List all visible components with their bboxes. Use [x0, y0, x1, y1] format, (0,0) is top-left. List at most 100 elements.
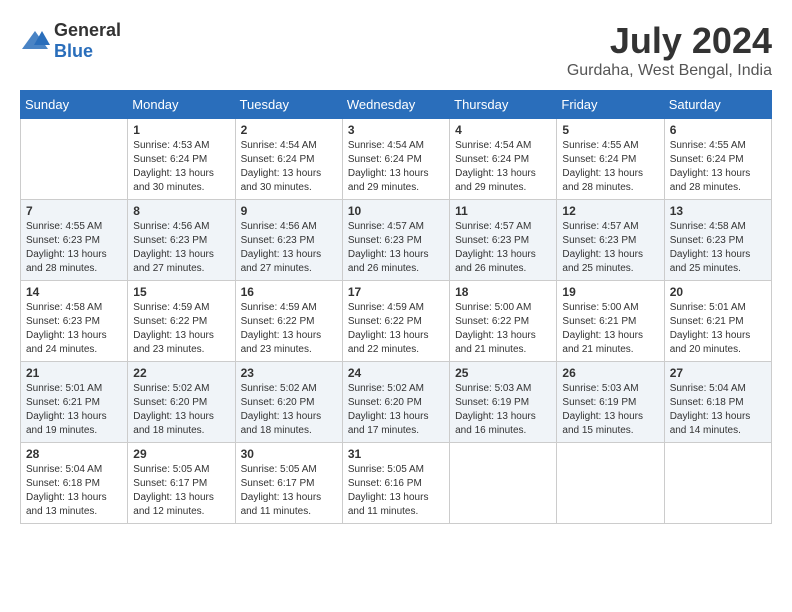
day-number: 28 — [26, 447, 122, 461]
day-number: 1 — [133, 123, 229, 137]
page-header: General Blue July 2024 Gurdaha, West Ben… — [20, 20, 772, 80]
day-info: Sunrise: 4:57 AM Sunset: 6:23 PM Dayligh… — [562, 220, 658, 276]
day-info: Sunrise: 4:53 AM Sunset: 6:24 PM Dayligh… — [133, 139, 229, 195]
day-info: Sunrise: 4:55 AM Sunset: 6:23 PM Dayligh… — [26, 220, 122, 276]
day-info: Sunrise: 4:55 AM Sunset: 6:24 PM Dayligh… — [670, 139, 766, 195]
day-cell: 1 Sunrise: 4:53 AM Sunset: 6:24 PM Daylig… — [128, 119, 235, 200]
day-info: Sunrise: 4:54 AM Sunset: 6:24 PM Dayligh… — [241, 139, 337, 195]
day-cell: 4 Sunrise: 4:54 AM Sunset: 6:24 PM Daylig… — [450, 119, 557, 200]
day-info: Sunrise: 4:58 AM Sunset: 6:23 PM Dayligh… — [26, 301, 122, 357]
day-cell: 14 Sunrise: 4:58 AM Sunset: 6:23 PM Dayli… — [21, 281, 128, 362]
day-number: 20 — [670, 285, 766, 299]
day-cell: 21 Sunrise: 5:01 AM Sunset: 6:21 PM Dayli… — [21, 362, 128, 443]
day-info: Sunrise: 5:02 AM Sunset: 6:20 PM Dayligh… — [133, 382, 229, 438]
week-row-5: 28 Sunrise: 5:04 AM Sunset: 6:18 PM Dayli… — [21, 443, 772, 524]
day-info: Sunrise: 4:59 AM Sunset: 6:22 PM Dayligh… — [241, 301, 337, 357]
day-info: Sunrise: 5:05 AM Sunset: 6:17 PM Dayligh… — [133, 463, 229, 519]
day-info: Sunrise: 5:05 AM Sunset: 6:16 PM Dayligh… — [348, 463, 444, 519]
weekday-header-row: SundayMondayTuesdayWednesdayThursdayFrid… — [21, 91, 772, 119]
day-number: 11 — [455, 204, 551, 218]
day-info: Sunrise: 4:57 AM Sunset: 6:23 PM Dayligh… — [455, 220, 551, 276]
week-row-2: 7 Sunrise: 4:55 AM Sunset: 6:23 PM Daylig… — [21, 200, 772, 281]
day-info: Sunrise: 5:03 AM Sunset: 6:19 PM Dayligh… — [562, 382, 658, 438]
day-number: 18 — [455, 285, 551, 299]
day-info: Sunrise: 5:04 AM Sunset: 6:18 PM Dayligh… — [670, 382, 766, 438]
logo: General Blue — [20, 20, 121, 62]
day-info: Sunrise: 5:03 AM Sunset: 6:19 PM Dayligh… — [455, 382, 551, 438]
day-cell: 26 Sunrise: 5:03 AM Sunset: 6:19 PM Dayli… — [557, 362, 664, 443]
day-cell: 5 Sunrise: 4:55 AM Sunset: 6:24 PM Daylig… — [557, 119, 664, 200]
day-number: 3 — [348, 123, 444, 137]
day-number: 10 — [348, 204, 444, 218]
day-number: 17 — [348, 285, 444, 299]
day-info: Sunrise: 4:59 AM Sunset: 6:22 PM Dayligh… — [133, 301, 229, 357]
day-number: 14 — [26, 285, 122, 299]
day-number: 7 — [26, 204, 122, 218]
day-info: Sunrise: 5:01 AM Sunset: 6:21 PM Dayligh… — [670, 301, 766, 357]
day-cell: 20 Sunrise: 5:01 AM Sunset: 6:21 PM Dayli… — [664, 281, 771, 362]
day-number: 12 — [562, 204, 658, 218]
title-block: July 2024 Gurdaha, West Bengal, India — [567, 20, 772, 80]
weekday-header-monday: Monday — [128, 91, 235, 119]
day-info: Sunrise: 4:56 AM Sunset: 6:23 PM Dayligh… — [241, 220, 337, 276]
day-cell: 17Sunrise: 4:59 AM Sunset: 6:22 PM Dayli… — [342, 281, 449, 362]
calendar-table: SundayMondayTuesdayWednesdayThursdayFrid… — [20, 90, 772, 524]
day-cell: 12 Sunrise: 4:57 AM Sunset: 6:23 PM Dayli… — [557, 200, 664, 281]
day-info: Sunrise: 5:02 AM Sunset: 6:20 PM Dayligh… — [241, 382, 337, 438]
day-cell: 23 Sunrise: 5:02 AM Sunset: 6:20 PM Dayli… — [235, 362, 342, 443]
day-info: Sunrise: 5:01 AM Sunset: 6:21 PM Dayligh… — [26, 382, 122, 438]
day-cell — [664, 443, 771, 524]
day-number: 24 — [348, 366, 444, 380]
day-number: 2 — [241, 123, 337, 137]
day-cell: 25Sunrise: 5:03 AM Sunset: 6:19 PM Dayli… — [450, 362, 557, 443]
day-info: Sunrise: 5:00 AM Sunset: 6:22 PM Dayligh… — [455, 301, 551, 357]
logo-general: General — [54, 20, 121, 40]
day-info: Sunrise: 4:56 AM Sunset: 6:23 PM Dayligh… — [133, 220, 229, 276]
day-number: 27 — [670, 366, 766, 380]
day-cell — [21, 119, 128, 200]
location: Gurdaha, West Bengal, India — [567, 62, 772, 80]
day-cell: 29 Sunrise: 5:05 AM Sunset: 6:17 PM Dayli… — [128, 443, 235, 524]
day-cell: 24Sunrise: 5:02 AM Sunset: 6:20 PM Dayli… — [342, 362, 449, 443]
day-cell: 7 Sunrise: 4:55 AM Sunset: 6:23 PM Daylig… — [21, 200, 128, 281]
week-row-3: 14 Sunrise: 4:58 AM Sunset: 6:23 PM Dayli… — [21, 281, 772, 362]
weekday-header-friday: Friday — [557, 91, 664, 119]
day-number: 5 — [562, 123, 658, 137]
day-info: Sunrise: 4:55 AM Sunset: 6:24 PM Dayligh… — [562, 139, 658, 195]
day-number: 22 — [133, 366, 229, 380]
day-cell: 3 Sunrise: 4:54 AM Sunset: 6:24 PM Daylig… — [342, 119, 449, 200]
day-number: 29 — [133, 447, 229, 461]
day-cell: 30 Sunrise: 5:05 AM Sunset: 6:17 PM Dayli… — [235, 443, 342, 524]
day-cell — [557, 443, 664, 524]
day-number: 30 — [241, 447, 337, 461]
day-info: Sunrise: 4:58 AM Sunset: 6:23 PM Dayligh… — [670, 220, 766, 276]
day-cell: 31Sunrise: 5:05 AM Sunset: 6:16 PM Dayli… — [342, 443, 449, 524]
day-number: 21 — [26, 366, 122, 380]
day-number: 4 — [455, 123, 551, 137]
weekday-header-tuesday: Tuesday — [235, 91, 342, 119]
week-row-1: 1 Sunrise: 4:53 AM Sunset: 6:24 PM Daylig… — [21, 119, 772, 200]
logo-blue: Blue — [54, 41, 93, 61]
day-cell: 9 Sunrise: 4:56 AM Sunset: 6:23 PM Daylig… — [235, 200, 342, 281]
day-info: Sunrise: 5:05 AM Sunset: 6:17 PM Dayligh… — [241, 463, 337, 519]
day-cell: 15 Sunrise: 4:59 AM Sunset: 6:22 PM Dayli… — [128, 281, 235, 362]
weekday-header-wednesday: Wednesday — [342, 91, 449, 119]
day-info: Sunrise: 5:04 AM Sunset: 6:18 PM Dayligh… — [26, 463, 122, 519]
day-number: 15 — [133, 285, 229, 299]
day-info: Sunrise: 4:54 AM Sunset: 6:24 PM Dayligh… — [348, 139, 444, 195]
day-number: 9 — [241, 204, 337, 218]
day-cell: 27 Sunrise: 5:04 AM Sunset: 6:18 PM Dayli… — [664, 362, 771, 443]
day-info: Sunrise: 4:57 AM Sunset: 6:23 PM Dayligh… — [348, 220, 444, 276]
day-cell: 19Sunrise: 5:00 AM Sunset: 6:21 PM Dayli… — [557, 281, 664, 362]
day-cell: 11 Sunrise: 4:57 AM Sunset: 6:23 PM Dayli… — [450, 200, 557, 281]
day-number: 26 — [562, 366, 658, 380]
day-number: 13 — [670, 204, 766, 218]
day-cell: 10 Sunrise: 4:57 AM Sunset: 6:23 PM Dayli… — [342, 200, 449, 281]
day-info: Sunrise: 4:54 AM Sunset: 6:24 PM Dayligh… — [455, 139, 551, 195]
day-number: 23 — [241, 366, 337, 380]
day-cell: 28 Sunrise: 5:04 AM Sunset: 6:18 PM Dayli… — [21, 443, 128, 524]
day-info: Sunrise: 5:00 AM Sunset: 6:21 PM Dayligh… — [562, 301, 658, 357]
day-cell: 8 Sunrise: 4:56 AM Sunset: 6:23 PM Daylig… — [128, 200, 235, 281]
day-number: 8 — [133, 204, 229, 218]
month-year: July 2024 — [567, 20, 772, 62]
